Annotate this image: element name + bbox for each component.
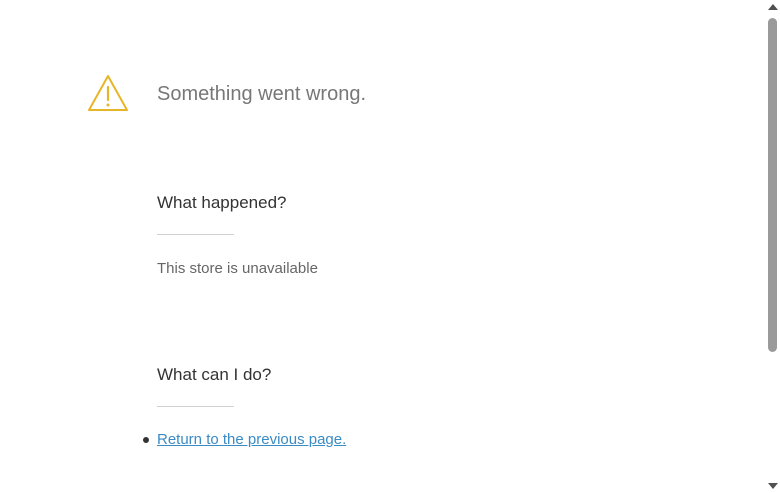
scrollbar-thumb[interactable] (768, 18, 777, 352)
divider (157, 406, 234, 407)
action-list: Return to the previous page. (142, 431, 346, 449)
error-page: Something went wrong. What happened? Thi… (0, 0, 780, 493)
page-title: Something went wrong. (157, 83, 367, 105)
divider (157, 234, 234, 235)
error-message: This store is unavailable (157, 260, 318, 277)
scroll-down-icon[interactable] (768, 483, 778, 489)
list-item: Return to the previous page. (142, 431, 346, 449)
warning-icon (88, 75, 128, 111)
what-can-i-do-heading: What can I do? (157, 365, 272, 384)
scroll-up-icon[interactable] (768, 4, 778, 10)
return-previous-page-link[interactable]: Return to the previous page. (157, 431, 346, 448)
what-happened-heading: What happened? (157, 193, 287, 212)
vertical-scrollbar[interactable] (765, 0, 780, 493)
